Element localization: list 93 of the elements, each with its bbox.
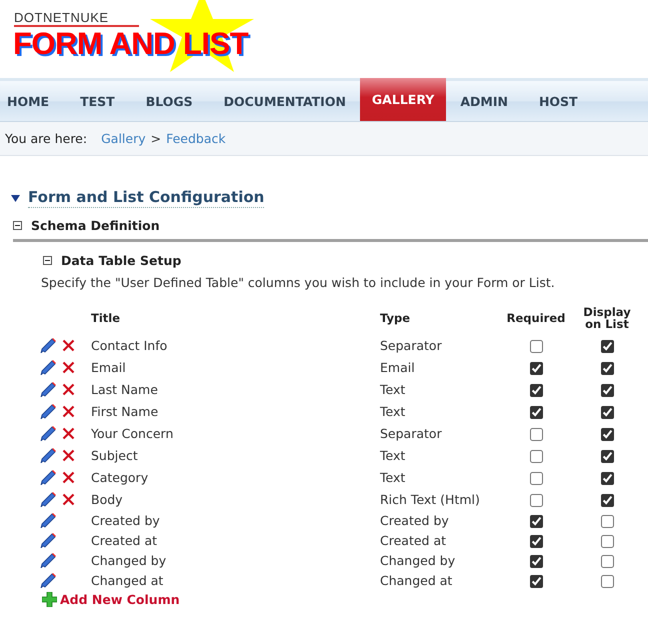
section-title: Schema Definition <box>31 218 160 233</box>
delete-icon[interactable] <box>62 404 75 418</box>
pencil-icon[interactable] <box>40 572 56 588</box>
type-cell: Text <box>380 404 406 418</box>
title-cell: Subject <box>91 448 138 462</box>
type-cell: Separator <box>380 338 442 352</box>
pencil-icon[interactable] <box>40 359 56 375</box>
display-checkbox[interactable] <box>600 384 614 397</box>
module-title: Form and List Configuration <box>28 188 264 208</box>
delete-icon[interactable] <box>62 426 75 440</box>
type-cell: Text <box>380 382 406 396</box>
display-checkbox[interactable] <box>600 514 614 528</box>
required-checkbox[interactable] <box>530 406 542 419</box>
breadcrumb-link[interactable]: Gallery <box>101 131 146 146</box>
title-cell: Contact Info <box>91 338 168 352</box>
required-checkbox[interactable] <box>530 384 542 397</box>
required-checkbox[interactable] <box>530 554 542 568</box>
required-checkbox[interactable] <box>530 450 542 463</box>
type-cell: Text <box>380 470 406 484</box>
display-checkbox[interactable] <box>600 534 614 548</box>
required-checkbox[interactable] <box>530 534 542 548</box>
delete-icon[interactable] <box>62 382 75 396</box>
title-cell: Created by <box>91 512 160 528</box>
delete-icon[interactable] <box>62 470 75 484</box>
display-checkbox[interactable] <box>600 574 614 588</box>
display-checkbox[interactable] <box>600 494 614 507</box>
column-header: Title <box>91 311 120 325</box>
display-checkbox[interactable] <box>600 362 614 375</box>
display-checkbox[interactable] <box>600 450 614 463</box>
nav-tab[interactable]: ADMIN <box>452 81 516 121</box>
nav-tab[interactable]: GALLERY <box>360 78 446 121</box>
type-cell: Separator <box>380 426 442 440</box>
required-checkbox[interactable] <box>530 574 542 588</box>
type-cell: Created by <box>380 512 449 528</box>
display-checkbox[interactable] <box>600 406 614 419</box>
collapse-icon[interactable] <box>43 256 52 265</box>
title-cell: Changed at <box>91 572 164 588</box>
breadcrumb-label: You are here: <box>5 131 88 146</box>
collapse-icon[interactable] <box>13 221 22 230</box>
title-cell: First Name <box>91 404 158 418</box>
subsection-title: Data Table Setup <box>61 253 182 268</box>
title-cell: Email <box>91 360 126 374</box>
pencil-icon[interactable] <box>40 532 56 548</box>
title-cell: Category <box>91 470 148 484</box>
delete-icon[interactable] <box>62 492 75 506</box>
delete-icon[interactable] <box>62 448 75 462</box>
title-cell: Changed by <box>91 552 166 568</box>
title-cell: Your Concern <box>91 426 174 440</box>
delete-icon[interactable] <box>62 360 75 374</box>
nav-tab[interactable]: HOME <box>0 81 58 121</box>
nav-tab[interactable]: BLOGS <box>138 81 201 121</box>
display-checkbox[interactable] <box>600 428 614 441</box>
description-text: Specify the "User Defined Table" columns you wish to include in your Form or List. <box>41 275 556 290</box>
title-cell: Body <box>91 492 123 506</box>
required-checkbox[interactable] <box>530 340 542 353</box>
type-cell: Email <box>380 360 415 374</box>
column-header: Display on List <box>583 305 631 331</box>
type-cell: Rich Text (Html) <box>380 492 480 506</box>
plus-icon[interactable] <box>42 592 57 607</box>
breadcrumb-link[interactable]: Feedback <box>166 131 226 146</box>
pencil-icon[interactable] <box>40 337 56 353</box>
logo-brand: DOTNETNUKE <box>14 11 139 27</box>
type-cell: Text <box>380 448 406 462</box>
delete-icon[interactable] <box>62 338 75 352</box>
required-checkbox[interactable] <box>530 428 542 441</box>
column-header: Type <box>380 311 410 325</box>
pencil-icon[interactable] <box>40 403 56 419</box>
pencil-icon[interactable] <box>40 552 56 568</box>
pencil-icon[interactable] <box>40 425 56 441</box>
nav-tab[interactable]: TEST <box>72 81 123 121</box>
required-checkbox[interactable] <box>530 472 542 485</box>
nav-tab[interactable]: DOCUMENTATION <box>216 81 354 121</box>
column-header: Required <box>506 311 566 325</box>
pencil-icon[interactable] <box>40 469 56 485</box>
type-cell: Created at <box>380 532 446 548</box>
title-cell: Last Name <box>91 382 158 396</box>
pencil-icon[interactable] <box>40 447 56 463</box>
display-checkbox[interactable] <box>600 472 614 485</box>
required-checkbox[interactable] <box>530 362 542 375</box>
type-cell: Changed by <box>380 552 456 568</box>
display-checkbox[interactable] <box>600 554 614 568</box>
breadcrumb-separator: > <box>150 131 162 146</box>
type-cell: Changed at <box>380 572 452 588</box>
pencil-icon[interactable] <box>40 491 56 507</box>
nav-tab[interactable]: HOST <box>530 81 586 121</box>
pencil-icon[interactable] <box>40 512 56 528</box>
display-checkbox[interactable] <box>600 340 614 353</box>
title-cell: Created at <box>91 532 158 548</box>
collapse-arrow-icon[interactable] <box>11 194 20 202</box>
pencil-icon[interactable] <box>40 381 56 397</box>
required-checkbox[interactable] <box>530 494 542 507</box>
required-checkbox[interactable] <box>530 514 542 528</box>
add-column-link[interactable]: Add New Column <box>60 592 180 607</box>
